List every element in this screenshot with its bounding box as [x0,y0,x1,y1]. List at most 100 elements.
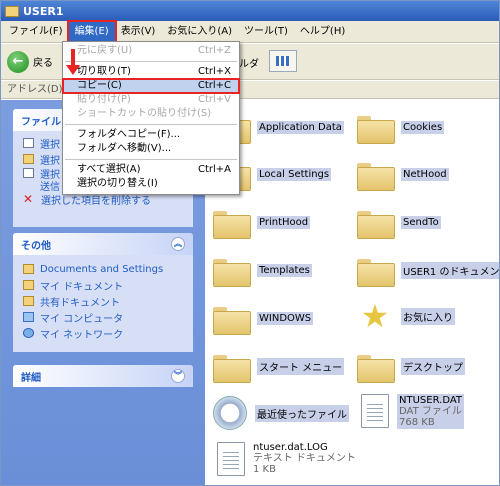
menu-item-invert-selection[interactable]: 選択の切り替え(I) [63,177,239,191]
details-header[interactable]: 詳細 ︾ [13,365,193,387]
other-place-label: マイ コンピュータ [40,313,124,325]
file-task-label: 送信 [40,181,60,193]
file-item[interactable]: デスクトップ [357,351,465,383]
file-name: SendTo [401,215,441,229]
file-item[interactable]: USER1 のドキュメント [357,255,499,287]
menu-item-cut[interactable]: 切り取り(T) Ctrl+X [63,65,239,79]
menu-item-shortcut: Ctrl+A [197,164,231,175]
file-item[interactable]: スタート メニュー [213,351,345,383]
file-type: テキスト ドキュメント [253,453,356,464]
menu-item-move-to-folder[interactable]: フォルダへ移動(V)... [63,142,239,156]
menu-item-label: 選択の切り替え(I) [77,178,158,189]
details-panel: 詳細 ︾ [13,365,193,387]
back-arrow-icon: ← [7,50,29,73]
file-name: USER1 のドキュメント [401,261,499,279]
other-place-label: マイ ネットワーク [40,329,124,341]
menu-edit[interactable]: 編集(E) [66,19,117,44]
other-place-label: 共有ドキュメント [40,297,120,309]
views-button[interactable] [269,50,297,72]
file-item[interactable]: PrintHood [213,207,311,239]
folder-icon [357,159,395,191]
details-title: 詳細 [21,372,41,384]
file-item[interactable]: NTUSER.DAT DAT ファイル 768 KB [361,394,465,429]
chevron-down-icon[interactable]: ︾ [171,369,185,383]
folder-icon [23,264,34,274]
chevron-up-icon[interactable]: ︽ [171,237,185,251]
menu-view[interactable]: 表示(V) [115,22,162,42]
folder-icon [357,255,395,287]
folders-button-label[interactable]: ルダ [239,55,259,70]
file-name: デスクトップ [401,357,465,375]
menu-favorites[interactable]: お気に入り(A) [161,22,238,42]
menu-item-copy[interactable]: コピー(C) Ctrl+C [62,78,240,94]
menu-item-select-all[interactable]: すべて選択(A) Ctrl+A [63,163,239,177]
shared-documents-icon [23,296,34,306]
file-name: Cookies [401,120,445,134]
my-network-icon [23,328,34,338]
back-label: 戻る [33,58,53,69]
menu-item-label: 貼り付け(P) [77,94,131,105]
window-title: USER1 [23,4,64,18]
file-type: DAT ファイル [399,406,462,417]
menu-separator [65,159,237,160]
menu-help[interactable]: ヘルプ(H) [294,22,351,42]
my-documents-icon [23,280,34,290]
folder-icon [357,112,395,144]
other-place-item[interactable]: Documents and Settings [13,261,193,277]
menu-separator [65,124,237,125]
move-icon [23,154,34,164]
other-place-item[interactable]: マイ コンピュータ [13,309,193,325]
file-name: NetHood [401,167,449,181]
arrow-down-icon [66,49,80,77]
file-name: ntuser.dat.LOG [253,442,328,453]
menu-item-shortcut: Ctrl+V [197,94,231,105]
star-icon: ★ [360,297,390,335]
file-item[interactable]: Cookies [357,112,445,144]
delete-icon: ✕ [23,192,34,206]
menu-tools[interactable]: ツール(T) [238,22,294,42]
folder-icon [5,5,19,17]
file-item[interactable]: NetHood [357,159,449,191]
file-name: 最近使ったファイル [255,404,349,422]
back-button[interactable]: ← 戻る [7,50,53,73]
file-name: Templates [257,263,312,277]
menu-item-paste[interactable]: 貼り付け(P) Ctrl+V [63,93,239,107]
copy-icon [23,168,34,178]
dat-file-icon [361,394,389,428]
file-name: NTUSER.DAT [399,395,463,406]
file-item[interactable]: ntuser.dat.LOG テキスト ドキュメント 1 KB [217,442,356,476]
menu-item-label: 元に戻す(U) [77,45,133,56]
other-place-item[interactable]: マイ ドキュメント [13,277,193,293]
file-name: PrintHood [257,215,311,229]
menu-item-label: 切り取り(T) [77,66,131,77]
file-name: WINDOWS [257,311,314,325]
file-name: スタート メニュー [257,357,345,375]
address-label: アドレス(D) [7,84,63,95]
file-item[interactable]: WINDOWS [213,303,314,335]
explorer-window: USER1 ファイル(F) 編集(E) 表示(V) お気に入り(A) ツール(T… [0,0,500,486]
file-item[interactable]: ★ お気に入り [357,297,455,335]
file-item[interactable]: SendTo [357,207,441,239]
menu-item-copy-to-folder[interactable]: フォルダへコピー(F)... [63,128,239,142]
menu-item-paste-shortcut[interactable]: ショートカットの貼り付け(S) [63,107,239,121]
file-item[interactable]: 最近使ったファイル [213,396,349,430]
file-item[interactable]: Templates [213,255,312,287]
title-bar[interactable]: USER1 [1,1,499,21]
file-size: 1 KB [253,464,276,475]
menu-bar: ファイル(F) 編集(E) 表示(V) お気に入り(A) ツール(T) ヘルプ(… [1,19,499,44]
file-name: Application Data [257,120,344,134]
file-size: 768 KB [399,417,435,428]
other-places-header[interactable]: その他 ︽ [13,233,193,255]
file-task-label: 選択 [40,139,60,151]
views-icon [276,56,290,66]
menu-file[interactable]: ファイル(F) [3,22,69,42]
rename-icon [23,138,34,148]
menu-item-undo[interactable]: 元に戻す(U) Ctrl+Z [63,44,239,58]
file-list: Application Data Cookies Local Settings … [205,100,499,485]
folder-icon [357,351,395,383]
other-place-item[interactable]: 共有ドキュメント [13,293,193,309]
my-computer-icon [23,312,34,322]
text-document-icon [217,442,245,476]
menu-item-label: コピー(C) [77,80,122,91]
other-place-item[interactable]: マイ ネットワーク [13,325,193,341]
